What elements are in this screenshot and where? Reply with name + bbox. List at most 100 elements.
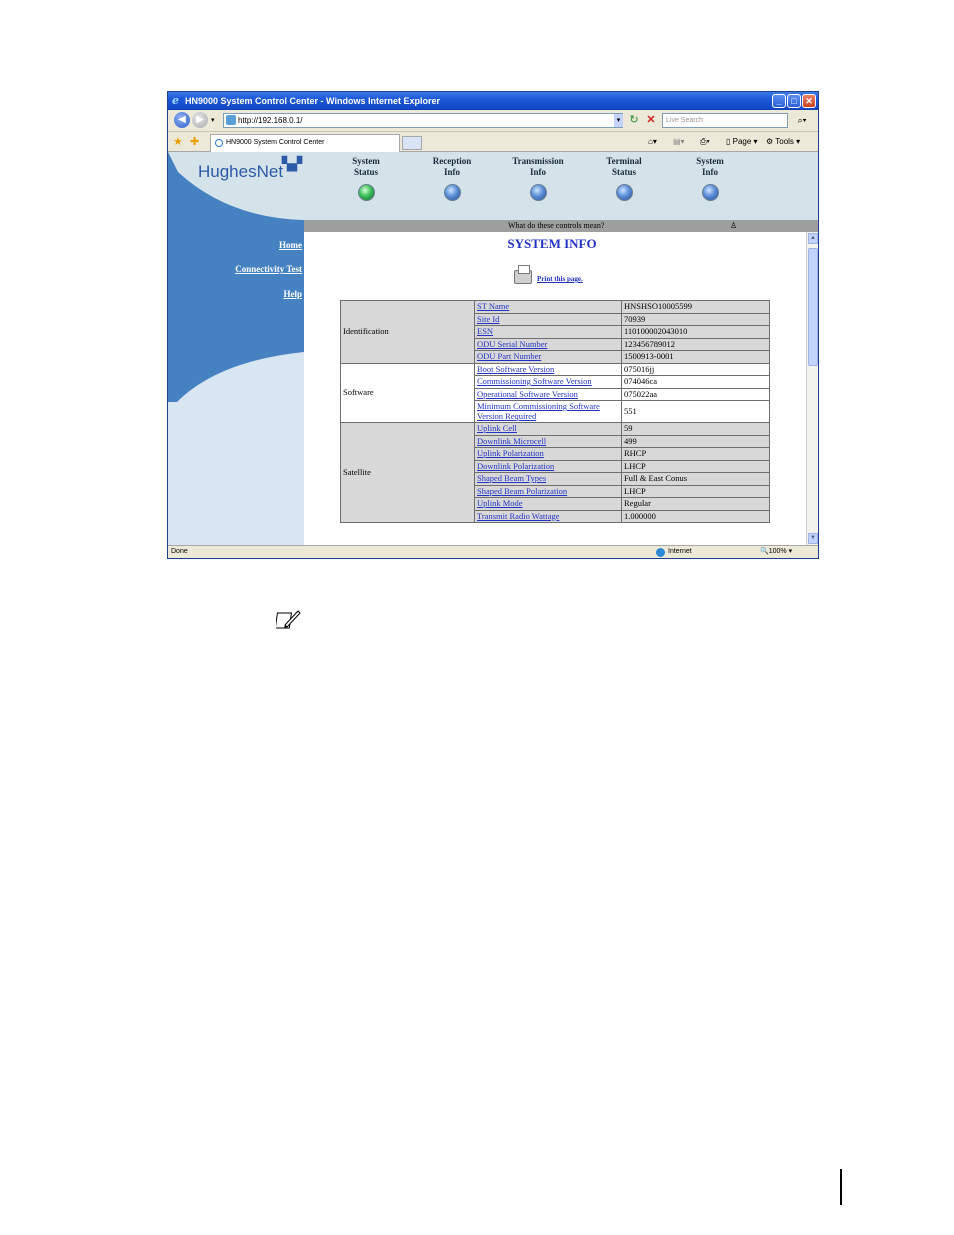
address-input[interactable]: http://192.168.0.1/: [223, 113, 623, 128]
close-button[interactable]: ✕: [802, 94, 816, 108]
scroll-up-icon[interactable]: ▲: [808, 233, 818, 244]
field-link[interactable]: Boot Software Version: [474, 362, 622, 376]
field-value: 499: [621, 434, 770, 448]
field-link[interactable]: Site Id: [474, 312, 622, 326]
field-link[interactable]: Minimum Commissioning Software Version R…: [474, 400, 622, 423]
forward-button[interactable]: ▶: [192, 112, 208, 128]
vertical-scrollbar[interactable]: ▲ ▼: [806, 232, 818, 545]
add-favorite-icon[interactable]: ✚: [190, 135, 199, 148]
status-indicator-blue-icon[interactable]: [529, 184, 547, 201]
refresh-icon[interactable]: ↻: [627, 114, 641, 127]
nav-label-line2: Status: [353, 167, 378, 177]
controls-question-link[interactable]: What do these controls mean?: [508, 220, 604, 232]
field-link[interactable]: ODU Part Number: [474, 350, 622, 364]
field-link[interactable]: Downlink Microcell: [474, 434, 622, 448]
field-link[interactable]: Operational Software Version: [474, 387, 622, 401]
new-tab-button[interactable]: [402, 136, 422, 150]
security-zone: Internet: [656, 546, 692, 558]
nav-system-info[interactable]: System Info: [675, 156, 745, 201]
nav-system-status[interactable]: System Status: [331, 156, 401, 201]
field-value: 075022aa: [621, 387, 770, 401]
tools-menu[interactable]: ⚙ Tools ▾: [766, 135, 800, 149]
status-indicator-blue-icon[interactable]: [615, 184, 633, 201]
field-link[interactable]: Downlink Polarization: [474, 459, 622, 473]
nav-label-line1: System: [352, 156, 380, 166]
field-value: 1.000000: [621, 509, 770, 523]
nav-transmission-info[interactable]: Transmission Info: [503, 156, 573, 201]
field-link[interactable]: Transmit Radio Wattage: [474, 509, 622, 523]
address-text: http://192.168.0.1/: [238, 116, 303, 125]
field-value: HNSHSO10005599: [621, 300, 770, 314]
print-icon[interactable]: ⎙▾: [700, 135, 710, 149]
scroll-down-icon[interactable]: ▼: [808, 533, 818, 544]
nav-label-line2: Info: [701, 167, 718, 177]
home-link[interactable]: Home: [279, 240, 302, 250]
help-figure-icon[interactable]: ♙: [730, 220, 737, 232]
sidebar-lower: [168, 402, 304, 545]
field-value: RHCP: [621, 447, 770, 461]
page-viewport: HughesNet ▚▞ System Status Reception Inf…: [168, 152, 818, 545]
scroll-thumb[interactable]: [808, 248, 818, 366]
field-link[interactable]: Uplink Polarization: [474, 447, 622, 461]
field-link[interactable]: ESN: [474, 325, 622, 339]
field-value: 074046ca: [621, 375, 770, 389]
system-info-table: Identification ST Name HNSHSO10005599 Site …: [340, 300, 770, 523]
nav-label-line2: Info: [443, 167, 460, 177]
table-row: Satellite Uplink Cell 59: [340, 422, 770, 523]
field-link[interactable]: Uplink Cell: [474, 422, 622, 436]
history-dropdown-icon[interactable]: ▾: [211, 116, 215, 124]
nav-label-line1: System: [696, 156, 724, 166]
field-value: Regular: [621, 497, 770, 511]
field-value: LHCP: [621, 459, 770, 473]
zoom-label: 100%: [768, 548, 787, 555]
page-margin-rule: [840, 1169, 842, 1205]
field-link[interactable]: ST Name: [474, 300, 622, 314]
group-label: Satellite: [340, 422, 475, 523]
page-menu[interactable]: ▯ Page ▾: [726, 135, 758, 149]
field-value: 075016jj: [621, 362, 770, 376]
field-value: Full & East Conus: [621, 472, 770, 486]
page-icon: [226, 115, 236, 125]
search-icon[interactable]: ⌕▾: [791, 113, 813, 128]
tab-hn9000[interactable]: HN9000 System Control Center: [210, 134, 400, 152]
back-button[interactable]: ◀: [174, 112, 190, 128]
field-value: 59: [621, 422, 770, 436]
field-value: 1500913-0001: [621, 350, 770, 364]
status-indicator-blue-icon[interactable]: [701, 184, 719, 201]
field-link[interactable]: Uplink Mode: [474, 497, 622, 511]
field-link[interactable]: Shaped Beam Types: [474, 472, 622, 486]
print-page-link[interactable]: Print this page.: [537, 275, 583, 283]
address-dropdown-icon[interactable]: ▾: [614, 114, 623, 127]
sidebar-curve: [168, 352, 304, 412]
title-bar: e HN9000 System Control Center - Windows…: [168, 92, 818, 110]
ie-tab-icon: [215, 139, 223, 147]
help-link[interactable]: Help: [283, 289, 302, 299]
window-title: HN9000 System Control Center - Windows I…: [185, 96, 440, 106]
favorites-star-icon[interactable]: ★: [173, 135, 183, 148]
nav-label-line2: Info: [529, 167, 546, 177]
group-label: Software: [340, 362, 475, 423]
home-icon[interactable]: ⌂▾: [648, 135, 657, 149]
table-row: Software Boot Software Version 075016jj: [340, 362, 770, 423]
nav-terminal-status[interactable]: Terminal Status: [589, 156, 659, 201]
logo-mark-icon: ▚▞: [282, 156, 302, 171]
connectivity-test-link[interactable]: Connectivity Test: [235, 264, 302, 274]
search-input[interactable]: Live Search: [662, 113, 788, 128]
feeds-icon[interactable]: ▤▾: [673, 135, 685, 149]
field-link[interactable]: ODU Serial Number: [474, 337, 622, 351]
field-link[interactable]: Commissioning Software Version: [474, 375, 622, 389]
field-value: 551: [621, 400, 770, 423]
stop-icon[interactable]: ✕: [644, 114, 658, 127]
minimize-button[interactable]: _: [772, 94, 786, 108]
status-indicator-blue-icon[interactable]: [443, 184, 461, 201]
status-indicator-green-icon[interactable]: [357, 184, 375, 201]
nav-reception-info[interactable]: Reception Info: [417, 156, 487, 201]
zoom-level[interactable]: 🔍100% ▾: [760, 546, 792, 558]
controls-help-bar: What do these controls mean? ♙: [304, 220, 818, 232]
field-link[interactable]: Shaped Beam Polarization: [474, 484, 622, 498]
printer-icon[interactable]: [514, 265, 532, 284]
logo-text: HughesNet: [198, 162, 284, 181]
maximize-button[interactable]: □: [787, 94, 801, 108]
group-label: Identification: [340, 300, 475, 364]
tab-bar: ★ ✚ HN9000 System Control Center ⌂▾ ▤▾ ⎙…: [168, 132, 818, 152]
